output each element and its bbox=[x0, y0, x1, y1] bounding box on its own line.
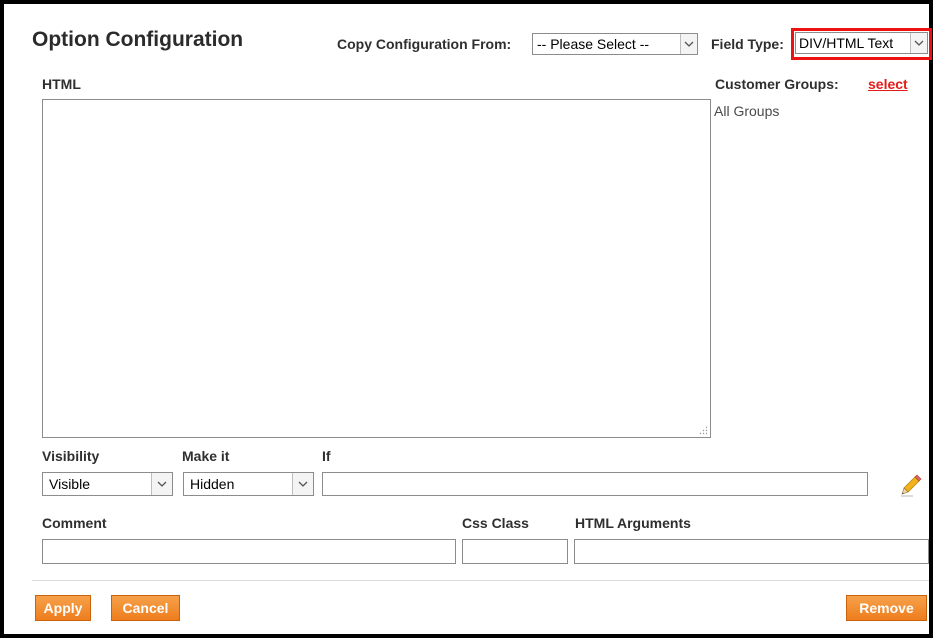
apply-button[interactable]: Apply bbox=[35, 595, 91, 621]
copy-config-label: Copy Configuration From: bbox=[337, 36, 512, 52]
comment-input[interactable] bbox=[42, 539, 456, 564]
copy-config-value: -- Please Select -- bbox=[537, 36, 650, 52]
pencil-icon[interactable] bbox=[900, 474, 922, 498]
cancel-button[interactable]: Cancel bbox=[111, 595, 180, 621]
html-arguments-label: HTML Arguments bbox=[575, 515, 691, 531]
resize-grip-icon[interactable] bbox=[699, 426, 708, 435]
field-type-label: Field Type: bbox=[711, 36, 784, 52]
chevron-down-icon bbox=[680, 34, 697, 54]
visibility-select[interactable]: Visible bbox=[42, 472, 173, 496]
customer-groups-label: Customer Groups: bbox=[715, 76, 839, 92]
copy-config-select[interactable]: -- Please Select -- bbox=[532, 33, 698, 55]
html-label: HTML bbox=[42, 76, 81, 92]
panel-title: Option Configuration bbox=[32, 28, 244, 51]
visibility-value: Visible bbox=[49, 476, 90, 492]
if-label: If bbox=[322, 448, 331, 464]
chevron-down-icon bbox=[292, 473, 313, 495]
field-type-highlight bbox=[791, 28, 932, 60]
html-arguments-input[interactable] bbox=[574, 539, 929, 564]
customer-groups-select-link[interactable]: select bbox=[868, 76, 908, 92]
make-it-label: Make it bbox=[182, 448, 230, 464]
remove-button[interactable]: Remove bbox=[846, 595, 927, 621]
option-configuration-panel: Option Configuration Copy Configuration … bbox=[0, 0, 933, 638]
footer-divider bbox=[32, 580, 929, 581]
make-it-select[interactable]: Hidden bbox=[183, 472, 314, 496]
html-textarea[interactable] bbox=[42, 99, 711, 438]
css-class-input[interactable] bbox=[462, 539, 568, 564]
chevron-down-icon bbox=[151, 473, 172, 495]
comment-label: Comment bbox=[42, 515, 107, 531]
make-it-value: Hidden bbox=[190, 476, 235, 492]
customer-groups-value: All Groups bbox=[714, 103, 780, 119]
visibility-label: Visibility bbox=[42, 448, 100, 464]
css-class-label: Css Class bbox=[462, 515, 529, 531]
if-condition-input[interactable] bbox=[322, 472, 868, 496]
